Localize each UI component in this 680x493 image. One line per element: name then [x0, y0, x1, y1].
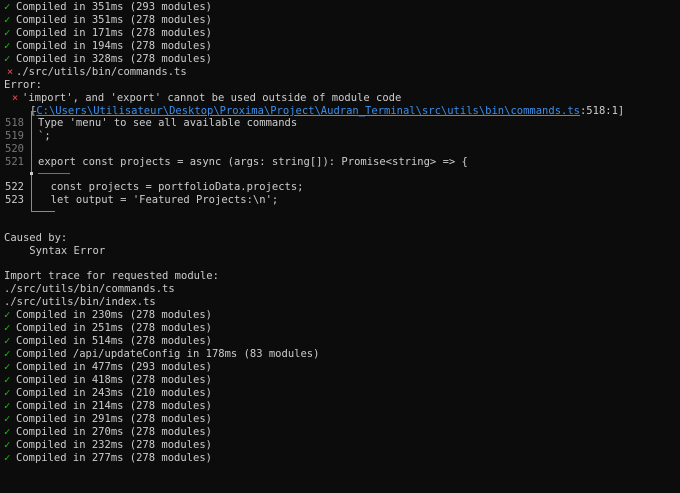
check-icon: ✓ — [4, 1, 11, 13]
code-line: let output = 'Featured Projects:\n'; — [38, 194, 279, 206]
log-line: ✓ Compiled in 230ms (278 modules) — [4, 309, 212, 321]
error-message: 'import', and 'export' cannot be used ou… — [22, 92, 402, 104]
check-icon: ✓ — [4, 335, 11, 347]
import-trace-label: Import trace for requested module: — [4, 270, 219, 282]
line-number: 520 — [5, 143, 24, 155]
log-line: ✓ Compiled in 194ms (278 modules) — [4, 40, 212, 52]
check-icon: ✓ — [4, 309, 11, 321]
pointer-dot — [30, 172, 33, 175]
code-line: const projects = portfolioData.projects; — [38, 181, 304, 193]
check-icon: ✓ — [4, 426, 11, 438]
check-icon: ✓ — [4, 14, 11, 26]
line-number: 521 — [5, 156, 24, 168]
terminal-output[interactable]: ✓ Compiled in 351ms (293 modules) ✓ Compil… — [0, 0, 680, 493]
check-icon: ✓ — [4, 348, 11, 360]
check-icon: ✓ — [4, 361, 11, 373]
check-icon: ✓ — [4, 322, 11, 334]
log-line: ✓ Compiled in 328ms (278 modules) — [4, 53, 212, 65]
check-icon: ✓ — [4, 413, 11, 425]
code-frame-border — [31, 111, 32, 211]
log-line: ✓ Compiled in 270ms (278 modules) — [4, 426, 212, 438]
check-icon: ✓ — [4, 452, 11, 464]
log-line: ✓ Compiled in 214ms (278 modules) — [4, 400, 212, 412]
error-underline — [38, 173, 70, 174]
error-message-line: ×'import', and 'export' cannot be used o… — [4, 92, 401, 105]
check-icon: ✓ — [4, 40, 11, 52]
check-icon: ✓ — [4, 27, 11, 39]
check-icon: ✓ — [4, 387, 11, 399]
line-number: 519 — [5, 130, 24, 142]
line-number: 522 — [5, 181, 24, 193]
log-line: ✓ Compiled in 232ms (278 modules) — [4, 439, 212, 451]
error-label: Error: — [4, 79, 42, 91]
code-line: `; — [38, 130, 51, 142]
log-line: ✓ Compiled /api/updateConfig in 178ms (83… — [4, 348, 320, 360]
import-trace-file: ./src/utils/bin/commands.ts — [4, 283, 175, 295]
caused-by-detail: Syntax Error — [4, 245, 106, 257]
log-line: ✓ Compiled in 243ms (210 modules) — [4, 387, 212, 399]
code-frame-corner-top — [31, 111, 36, 112]
log-line: ✓ Compiled in 477ms (293 modules) — [4, 361, 212, 373]
check-icon: ✓ — [4, 374, 11, 386]
log-line: ✓ Compiled in 171ms (278 modules) — [4, 27, 212, 39]
log-line: ✓ Compiled in 351ms (278 modules) — [4, 14, 212, 26]
log-line: ✓ Compiled in 277ms (278 modules) — [4, 452, 212, 464]
log-line: ✓ Compiled in 291ms (278 modules) — [4, 413, 212, 425]
import-trace-file: ./src/utils/bin/index.ts — [4, 296, 156, 308]
code-line: Type 'menu' to see all available command… — [38, 117, 298, 129]
cross-icon: × — [11, 92, 19, 104]
failed-file-line: × ./src/utils/bin/commands.ts — [4, 66, 187, 79]
check-icon: ✓ — [4, 400, 11, 412]
code-frame-corner-bottom — [31, 211, 55, 212]
check-icon: ✓ — [4, 53, 11, 65]
line-number: 518 — [5, 117, 24, 129]
line-number: 523 — [5, 194, 24, 206]
check-icon: ✓ — [4, 439, 11, 451]
log-line: ✓ Compiled in 251ms (278 modules) — [4, 322, 212, 334]
caused-by-label: Caused by: — [4, 232, 68, 244]
log-line: ✓ Compiled in 351ms (293 modules) — [4, 1, 212, 13]
source-file-link[interactable]: C:\Users\Utilisateur\Desktop\Proxima\Pro… — [36, 105, 580, 117]
cross-icon: × — [6, 66, 14, 78]
code-line-highlighted: export const projects = async (args: str… — [38, 156, 468, 168]
log-line: ✓ Compiled in 418ms (278 modules) — [4, 374, 212, 386]
log-line: ✓ Compiled in 514ms (278 modules) — [4, 335, 212, 347]
